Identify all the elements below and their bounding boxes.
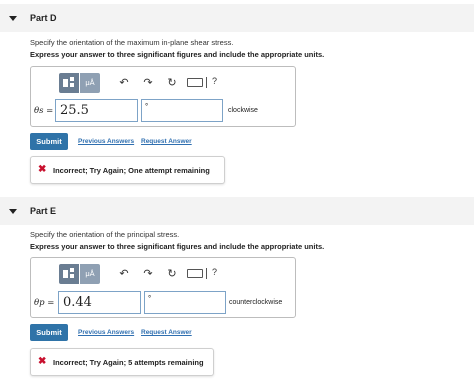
part-e-toolbar: μÅ ↶ ↷ ↻ ? — [59, 264, 249, 284]
part-e-title: Part E — [30, 206, 57, 216]
part-d-instruction: Specify the orientation of the maximum i… — [30, 38, 234, 47]
reset-icon[interactable]: ↻ — [165, 267, 179, 281]
theta-s-direction: clockwise — [228, 107, 258, 114]
help-icon[interactable]: ? — [212, 76, 217, 86]
caret-down-icon[interactable] — [9, 16, 17, 21]
caret-down-icon[interactable] — [9, 209, 17, 214]
part-d-emphasis: Express your answer to three significant… — [30, 50, 325, 59]
x-mark-icon: ✖ — [38, 356, 47, 367]
part-d-previous-answers-link[interactable]: Previous Answers — [78, 138, 134, 145]
part-e-header[interactable]: Part E — [0, 197, 474, 225]
part-d-answer-box: μÅ ↶ ↷ ↻ ? θs = 25.5 ° clockwise — [30, 66, 296, 127]
keyboard-icon[interactable] — [187, 78, 203, 87]
theta-s-unit-input[interactable]: ° — [141, 99, 223, 122]
undo-icon[interactable]: ↶ — [117, 76, 131, 90]
part-d-toolbar: μÅ ↶ ↷ ↻ ? — [59, 73, 249, 93]
undo-icon[interactable]: ↶ — [117, 267, 131, 281]
redo-icon[interactable]: ↷ — [141, 76, 155, 90]
part-d-feedback-text: Incorrect; Try Again; One attempt remain… — [53, 166, 210, 175]
part-d-feedback: ✖ Incorrect; Try Again; One attempt rema… — [30, 156, 225, 184]
part-e-emphasis: Express your answer to three significant… — [30, 242, 325, 251]
templates-button[interactable] — [59, 264, 79, 284]
part-d-title: Part D — [30, 13, 57, 23]
theta-p-value-input[interactable]: 0.44 — [58, 291, 141, 314]
units-button[interactable]: μÅ — [80, 264, 100, 284]
x-mark-icon: ✖ — [38, 164, 47, 175]
part-e-feedback: ✖ Incorrect; Try Again; 5 attempts remai… — [30, 348, 214, 376]
reset-icon[interactable]: ↻ — [165, 76, 179, 90]
part-d-header[interactable]: Part D — [0, 4, 474, 32]
help-icon[interactable]: ? — [212, 267, 217, 277]
part-e-submit-button[interactable]: Submit — [30, 324, 68, 341]
units-button[interactable]: μÅ — [80, 73, 100, 93]
part-e-feedback-text: Incorrect; Try Again; 5 attempts remaini… — [53, 358, 204, 367]
theta-p-label: θp = — [34, 298, 55, 308]
part-e-answer-box: μÅ ↶ ↷ ↻ ? θp = 0.44 ° counterclockwise — [30, 257, 296, 318]
theta-s-value-input[interactable]: 25.5 — [55, 99, 138, 122]
theta-s-label: θs = — [34, 106, 54, 116]
theta-p-unit-input[interactable]: ° — [144, 291, 226, 314]
templates-button[interactable] — [59, 73, 79, 93]
part-e-previous-answers-link[interactable]: Previous Answers — [78, 329, 134, 336]
part-e-instruction: Specify the orientation of the principal… — [30, 230, 180, 239]
part-d-request-answer-link[interactable]: Request Answer — [141, 138, 192, 145]
keyboard-icon[interactable] — [187, 269, 203, 278]
part-d-submit-button[interactable]: Submit — [30, 133, 68, 150]
theta-p-direction: counterclockwise — [229, 299, 283, 306]
part-e-request-answer-link[interactable]: Request Answer — [141, 329, 192, 336]
redo-icon[interactable]: ↷ — [141, 267, 155, 281]
